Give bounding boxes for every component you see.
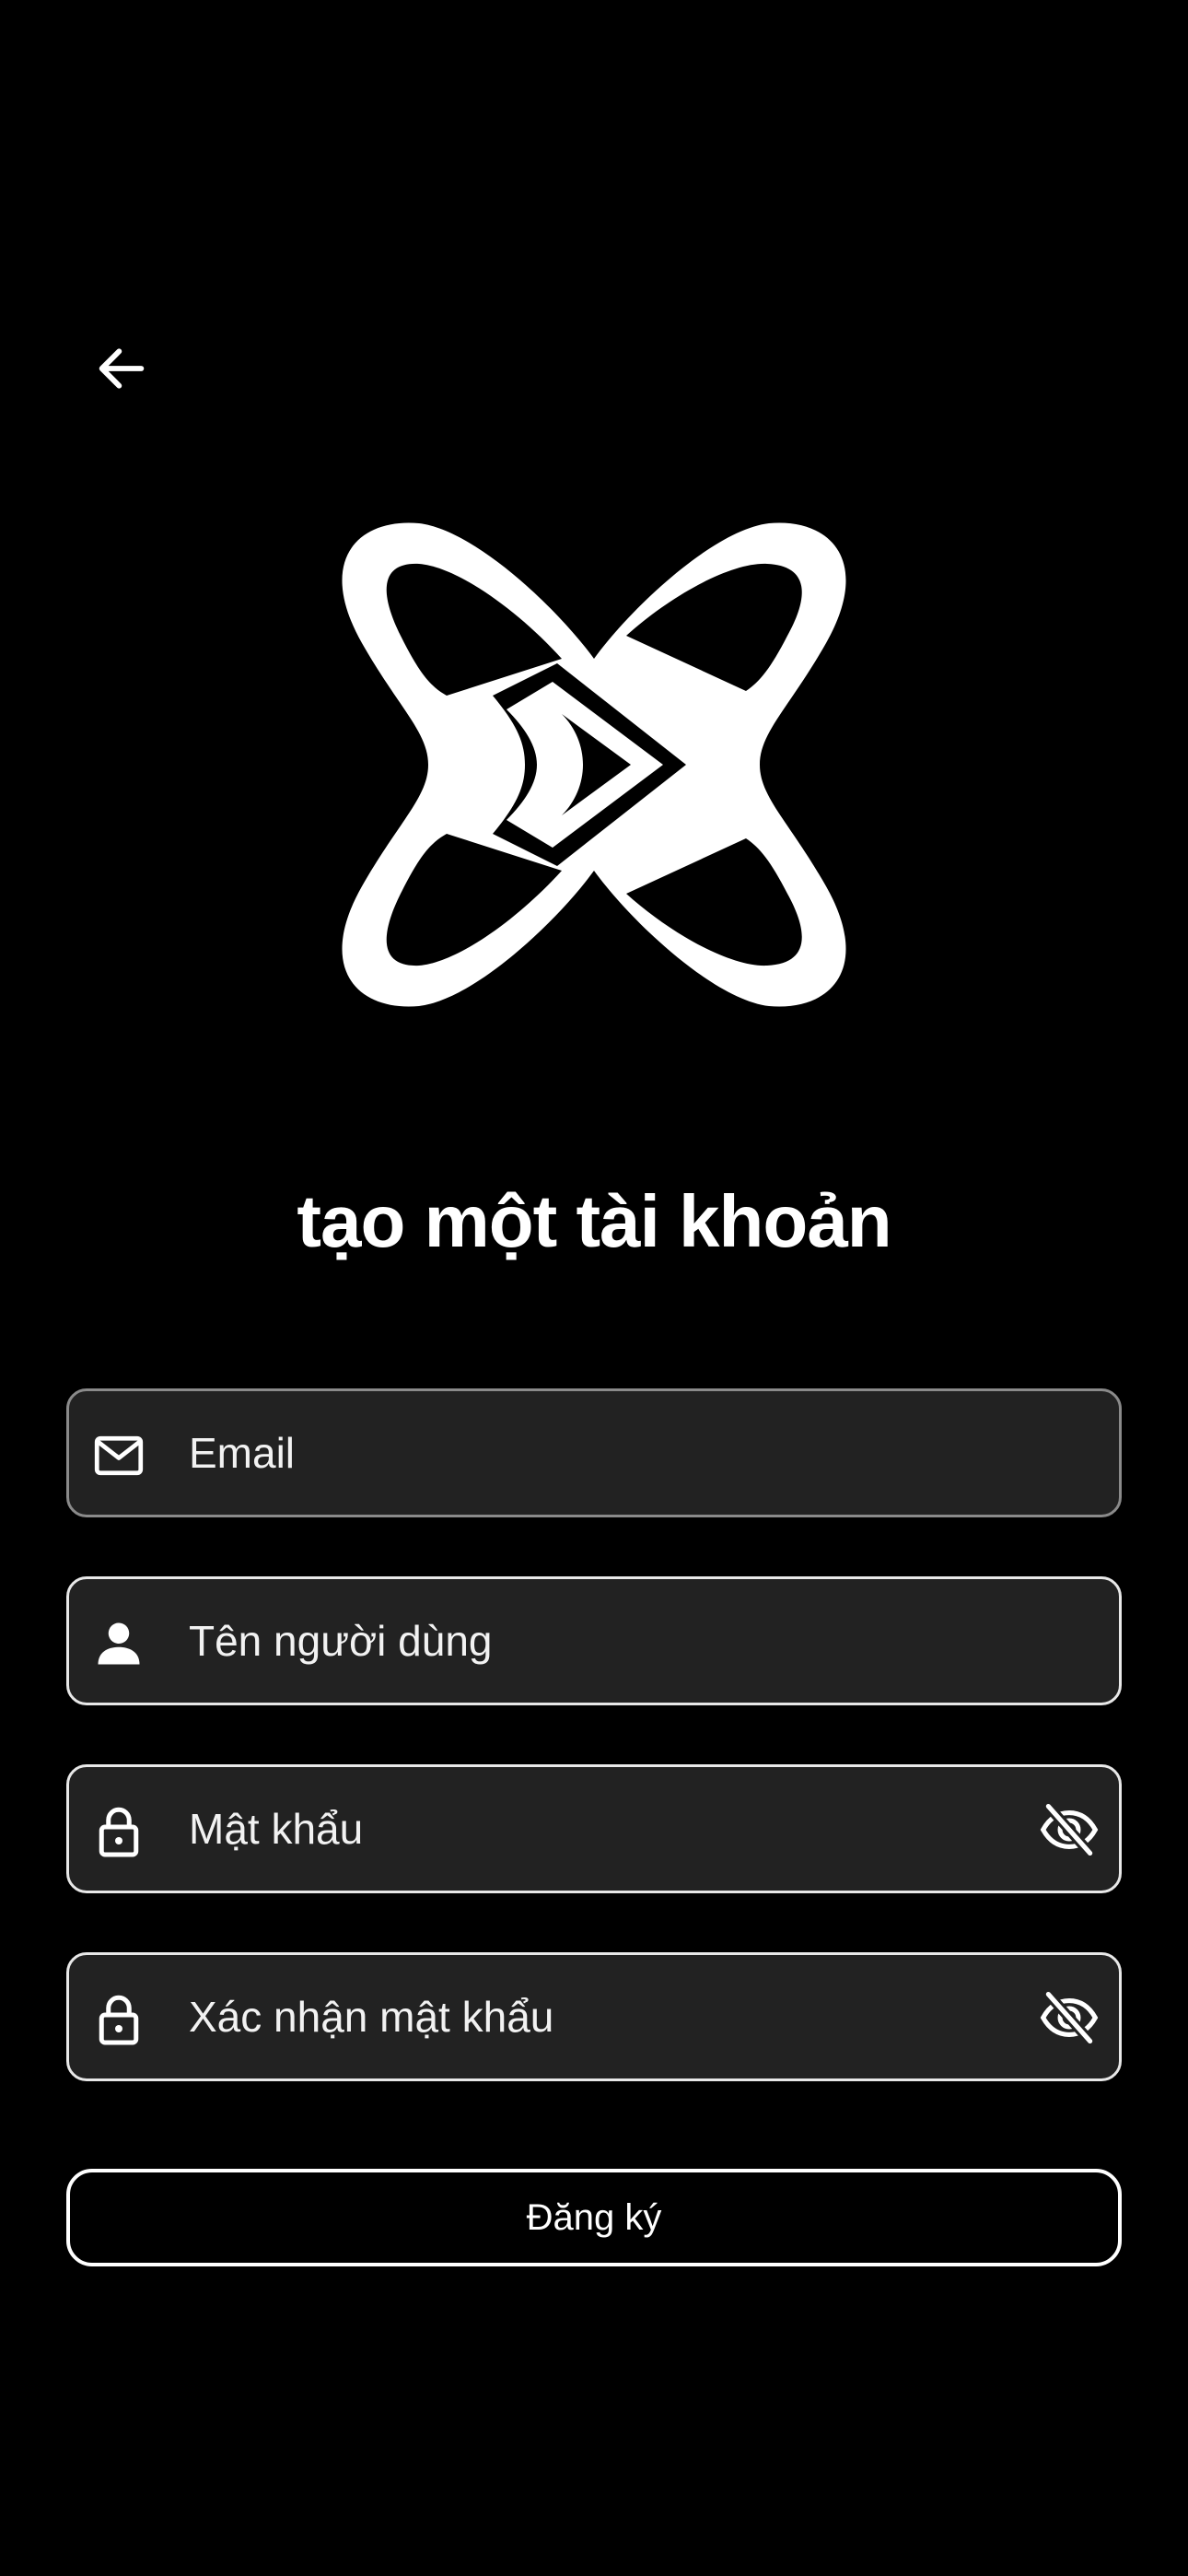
- confirm-password-placeholder: Xác nhận mật khẩu: [189, 1993, 554, 2041]
- eye-off-icon[interactable]: [1036, 1797, 1102, 1863]
- email-field[interactable]: Email: [66, 1388, 1122, 1517]
- email-placeholder: Email: [189, 1429, 296, 1477]
- app-logo: [327, 498, 861, 1032]
- lock-icon: [91, 1992, 146, 2047]
- page-title: tạo một tài khoản: [297, 1180, 891, 1262]
- mail-icon: [91, 1428, 146, 1483]
- back-button[interactable]: [85, 332, 158, 405]
- eye-off-icon[interactable]: [1036, 1985, 1102, 2051]
- lock-icon: [91, 1804, 146, 1859]
- username-placeholder: Tên người dùng: [189, 1617, 493, 1665]
- username-field[interactable]: Tên người dùng: [66, 1576, 1122, 1705]
- person-icon: [91, 1616, 146, 1671]
- register-button[interactable]: Đăng ký: [66, 2169, 1122, 2266]
- password-placeholder: Mật khẩu: [189, 1805, 364, 1853]
- arrow-left-icon: [99, 348, 145, 389]
- confirm-password-field[interactable]: Xác nhận mật khẩu: [66, 1952, 1122, 2081]
- password-field[interactable]: Mật khẩu: [66, 1764, 1122, 1893]
